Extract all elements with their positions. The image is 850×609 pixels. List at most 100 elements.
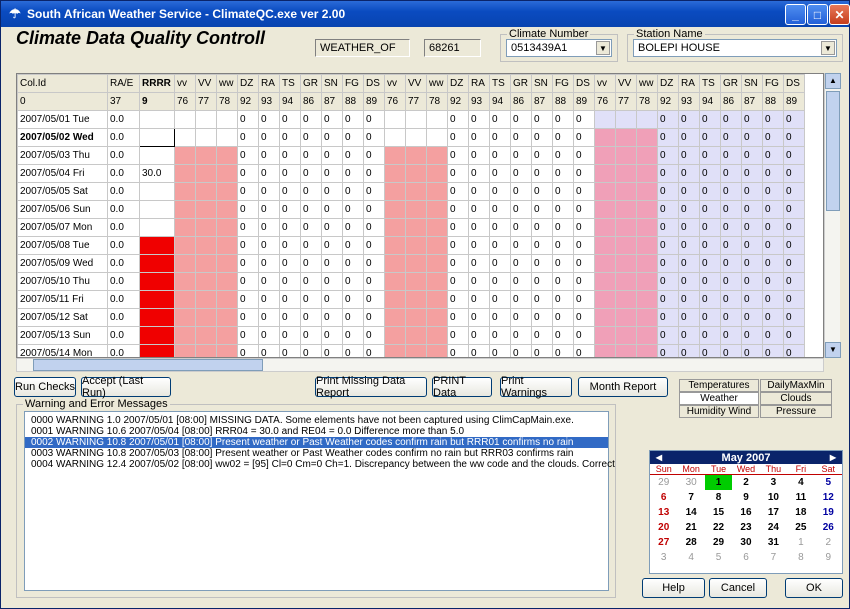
calendar-day[interactable]: 6 bbox=[732, 550, 759, 565]
cell-zero[interactable]: 0 bbox=[783, 164, 805, 183]
cell-zero[interactable]: 0 bbox=[237, 326, 259, 345]
cell-zero[interactable]: 0 bbox=[741, 344, 763, 357]
cell-zero[interactable]: 0 bbox=[720, 200, 742, 219]
cell-zero[interactable]: 0 bbox=[699, 254, 721, 273]
cell-zero[interactable]: 0 bbox=[279, 308, 301, 327]
cell-zero[interactable]: 0 bbox=[279, 146, 301, 165]
cell-zero[interactable]: 0 bbox=[279, 344, 301, 357]
cell-rrrr[interactable] bbox=[139, 272, 175, 291]
cell-a-2[interactable] bbox=[216, 290, 238, 309]
calendar-day[interactable]: 9 bbox=[815, 550, 842, 565]
cell-zero[interactable]: 0 bbox=[699, 272, 721, 291]
cell-zero[interactable]: 0 bbox=[741, 200, 763, 219]
cell-b-0[interactable] bbox=[384, 290, 406, 309]
cell-a-1[interactable] bbox=[195, 308, 217, 327]
cell-zero[interactable]: 0 bbox=[699, 236, 721, 255]
cell-zero[interactable]: 0 bbox=[531, 182, 553, 201]
cell-zero[interactable]: 0 bbox=[258, 236, 280, 255]
cell-a-1[interactable] bbox=[195, 200, 217, 219]
cell-zero[interactable]: 0 bbox=[573, 218, 595, 237]
cell-b-1[interactable] bbox=[405, 110, 427, 129]
cell-c-0[interactable] bbox=[594, 290, 616, 309]
calendar-day[interactable]: 16 bbox=[732, 505, 759, 520]
calendar-day[interactable]: 27 bbox=[650, 535, 677, 550]
cell-c-2[interactable] bbox=[636, 344, 658, 357]
cell-zero[interactable]: 0 bbox=[237, 200, 259, 219]
print-missing-button[interactable]: Print Missing Data Report bbox=[315, 375, 427, 399]
cell-zero[interactable]: 0 bbox=[468, 290, 490, 309]
cell-zero[interactable]: 0 bbox=[531, 326, 553, 345]
cell-zero[interactable]: 0 bbox=[321, 290, 343, 309]
cell-zero[interactable]: 0 bbox=[342, 182, 364, 201]
cell-zero[interactable]: 0 bbox=[363, 272, 385, 291]
cell-rrrr[interactable] bbox=[139, 218, 175, 237]
calendar-day[interactable]: 10 bbox=[760, 490, 787, 505]
vertical-scrollbar[interactable]: ▲ ▼ bbox=[824, 73, 841, 358]
cell-zero[interactable]: 0 bbox=[699, 182, 721, 201]
cell-zero[interactable]: 0 bbox=[741, 290, 763, 309]
cell-zero[interactable]: 0 bbox=[300, 308, 322, 327]
cell-zero[interactable]: 0 bbox=[678, 164, 700, 183]
row-date[interactable]: 2007/05/01 Tue bbox=[17, 110, 108, 129]
cell-zero[interactable]: 0 bbox=[741, 182, 763, 201]
cell-zero[interactable]: 0 bbox=[552, 218, 574, 237]
cell-zero[interactable]: 0 bbox=[258, 218, 280, 237]
cell-c-0[interactable] bbox=[594, 200, 616, 219]
cell-zero[interactable]: 0 bbox=[657, 110, 679, 129]
cell-zero[interactable]: 0 bbox=[657, 254, 679, 273]
tab-clouds[interactable]: Clouds bbox=[760, 392, 832, 405]
tab-weather[interactable]: Weather bbox=[679, 392, 759, 405]
cell-zero[interactable]: 0 bbox=[468, 254, 490, 273]
cell-zero[interactable]: 0 bbox=[678, 344, 700, 357]
cell-zero[interactable]: 0 bbox=[552, 344, 574, 357]
cell-rae[interactable]: 0.0 bbox=[107, 200, 140, 219]
cell-rrrr[interactable] bbox=[139, 236, 175, 255]
cell-zero[interactable]: 0 bbox=[510, 200, 532, 219]
cell-b-1[interactable] bbox=[405, 326, 427, 345]
cell-zero[interactable]: 0 bbox=[489, 272, 511, 291]
cell-zero[interactable]: 0 bbox=[720, 272, 742, 291]
cell-zero[interactable]: 0 bbox=[279, 110, 301, 129]
cell-zero[interactable]: 0 bbox=[783, 218, 805, 237]
cell-zero[interactable]: 0 bbox=[510, 146, 532, 165]
cell-zero[interactable]: 0 bbox=[342, 272, 364, 291]
month-report-button[interactable]: Month Report bbox=[578, 377, 668, 397]
cell-zero[interactable]: 0 bbox=[489, 236, 511, 255]
cell-zero[interactable]: 0 bbox=[762, 326, 784, 345]
calendar-day[interactable]: 28 bbox=[677, 535, 704, 550]
cell-zero[interactable]: 0 bbox=[321, 110, 343, 129]
cell-rrrr[interactable] bbox=[139, 110, 175, 129]
cell-c-1[interactable] bbox=[615, 308, 637, 327]
cell-b-0[interactable] bbox=[384, 308, 406, 327]
cell-zero[interactable]: 0 bbox=[720, 164, 742, 183]
cell-zero[interactable]: 0 bbox=[762, 272, 784, 291]
cell-zero[interactable]: 0 bbox=[783, 254, 805, 273]
cell-a-2[interactable] bbox=[216, 200, 238, 219]
cell-zero[interactable]: 0 bbox=[279, 218, 301, 237]
cell-zero[interactable]: 0 bbox=[237, 272, 259, 291]
cell-zero[interactable]: 0 bbox=[657, 308, 679, 327]
cell-zero[interactable]: 0 bbox=[300, 110, 322, 129]
cell-zero[interactable]: 0 bbox=[552, 182, 574, 201]
row-date[interactable]: 2007/05/03 Thu bbox=[17, 146, 108, 165]
cell-zero[interactable]: 0 bbox=[531, 254, 553, 273]
cell-b-2[interactable] bbox=[426, 164, 448, 183]
cell-rae[interactable]: 0.0 bbox=[107, 128, 140, 147]
cell-zero[interactable]: 0 bbox=[552, 326, 574, 345]
calendar-day[interactable]: 5 bbox=[705, 550, 732, 565]
cell-zero[interactable]: 0 bbox=[468, 182, 490, 201]
cell-b-1[interactable] bbox=[405, 344, 427, 357]
cell-zero[interactable]: 0 bbox=[321, 308, 343, 327]
table-row[interactable]: 2007/05/02 Wed 0.0 0 0 0 0 0 0 0 0 0 0 0 0 0 0 0 0 0 0 0 0 0 bbox=[17, 128, 805, 147]
calendar-day[interactable]: 18 bbox=[787, 505, 814, 520]
cell-b-2[interactable] bbox=[426, 110, 448, 129]
cell-b-2[interactable] bbox=[426, 128, 448, 147]
cell-zero[interactable]: 0 bbox=[762, 308, 784, 327]
cancel-button[interactable]: Cancel bbox=[709, 578, 767, 598]
cell-zero[interactable]: 0 bbox=[279, 272, 301, 291]
help-button[interactable]: Help bbox=[642, 578, 705, 598]
calendar-day[interactable]: 12 bbox=[815, 490, 842, 505]
cell-zero[interactable]: 0 bbox=[699, 128, 721, 147]
cell-zero[interactable]: 0 bbox=[510, 236, 532, 255]
close-button[interactable]: ✕ bbox=[829, 4, 850, 25]
